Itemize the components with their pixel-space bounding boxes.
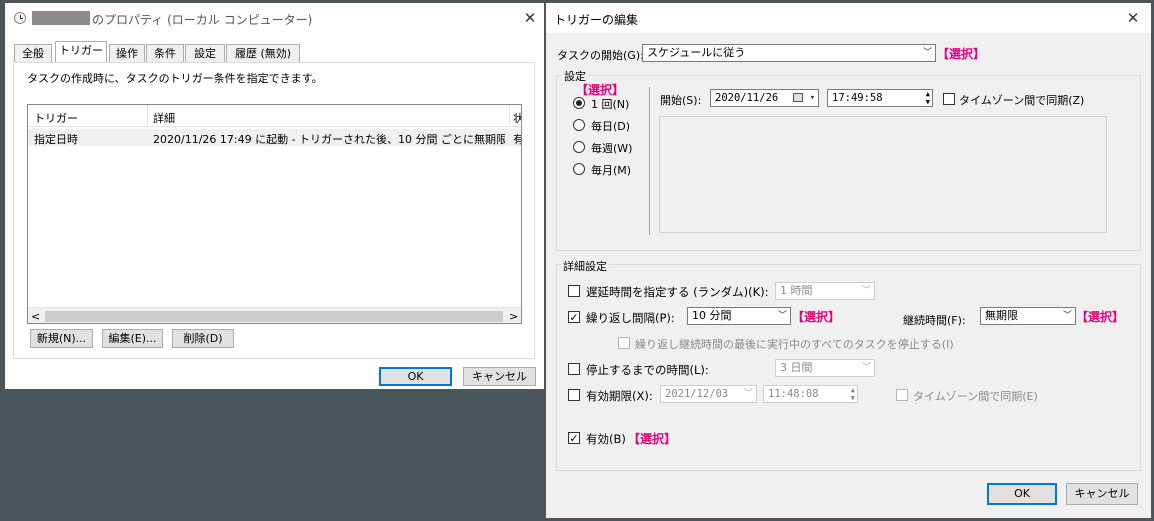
start-time-spinner[interactable]: 17:49:58 ▲ ▼ — [827, 89, 933, 107]
clock-icon — [14, 12, 26, 24]
delay-select[interactable]: 1 時間 ﹀ — [775, 282, 875, 300]
stop-after-checkbox[interactable] — [568, 363, 580, 375]
close-icon[interactable]: ✕ — [521, 10, 539, 26]
delay-checkbox[interactable] — [568, 285, 580, 297]
select-mark-repeat: 【選択】 — [792, 310, 841, 324]
begin-task-select[interactable]: スケジュールに従う ﹀ — [642, 44, 936, 62]
chevron-down-icon: ﹀ — [777, 311, 787, 321]
begin-task-label: タスクの開始(G): — [557, 49, 644, 62]
scroll-left-icon[interactable]: < — [31, 308, 40, 323]
spin-icon[interactable]: ▲ ▼ — [851, 386, 855, 402]
edit-trigger-window: トリガーの編集 ✕ タスクの開始(G): スケジュールに従う ﹀ 【選択】 設定… — [545, 2, 1152, 519]
expire-tz-checkbox[interactable] — [896, 389, 908, 401]
redacted-task-name — [32, 11, 90, 25]
tab-conditions[interactable]: 条件 — [146, 44, 184, 62]
scroll-right-icon[interactable]: > — [509, 308, 518, 323]
chevron-down-icon: ▾ — [809, 93, 815, 103]
expire-date-value: 2021/12/03 — [665, 388, 729, 400]
daily-radio[interactable] — [573, 119, 585, 131]
row-detail-cell: 2020/11/26 17:49 に起動 - トリガーされた後、10 分間 ごと… — [153, 133, 505, 146]
trigger-description: タスクの作成時に、タスクのトリガー条件を指定できます。 — [27, 72, 323, 85]
select-mark: 【選択】 — [937, 47, 986, 61]
delete-button[interactable]: 削除(D) — [172, 329, 234, 348]
advanced-group-label: 詳細設定 — [561, 258, 609, 274]
ok-button[interactable]: OK — [379, 367, 452, 386]
tab-actions[interactable]: 操作 — [109, 44, 145, 62]
duration-value: 無期限 — [985, 309, 1018, 322]
cancel-button[interactable]: キャンセル — [1066, 483, 1138, 505]
enabled-label[interactable]: 有効(B) — [586, 431, 626, 447]
start-date-picker[interactable]: 2020/11/26 ▾ — [710, 89, 819, 107]
list-header — [28, 105, 521, 127]
settings-divider — [649, 87, 650, 235]
delay-label[interactable]: 遅延時間を指定する (ランダム)(K): — [586, 284, 769, 300]
repeat-value: 10 分間 — [692, 309, 732, 322]
tab-history[interactable]: 履歴 (無効) — [226, 44, 300, 62]
table-row[interactable]: 指定日時 2020/11/26 17:49 に起動 - トリガーされた後、10 … — [28, 129, 521, 147]
select-mark-duration: 【選択】 — [1076, 310, 1125, 324]
repeat-select[interactable]: 10 分間 ﹀ — [687, 307, 791, 325]
expire-label[interactable]: 有効期限(X): — [586, 388, 653, 404]
column-header-detail[interactable]: 詳細 — [153, 110, 175, 126]
weekly-radio-label[interactable]: 毎週(W) — [591, 140, 632, 156]
once-radio[interactable] — [573, 97, 585, 109]
chevron-down-icon: ﹀ — [922, 48, 932, 58]
stop-after-label[interactable]: 停止するまでの時間(L): — [586, 362, 709, 378]
delay-value: 1 時間 — [780, 284, 813, 297]
close-icon[interactable]: ✕ — [1124, 10, 1142, 26]
column-header-trigger[interactable]: トリガー — [34, 110, 78, 126]
chevron-down-icon: ﹀ — [861, 363, 871, 373]
expire-tz-label[interactable]: タイムゾーン間で同期(E) — [913, 388, 1038, 404]
trigger-list: トリガー 詳細 状 指定日時 2020/11/26 17:49 に起動 - トリ… — [27, 104, 522, 324]
daily-radio-label[interactable]: 毎日(D) — [591, 118, 630, 134]
monthly-radio[interactable] — [573, 163, 585, 175]
tab-settings[interactable]: 設定 — [185, 44, 225, 62]
expire-time-spinner[interactable]: 11:48:08 ▲ ▼ — [763, 385, 858, 403]
duration-select[interactable]: 無期限 ﹀ — [980, 307, 1076, 325]
chevron-down-icon: ﹀ — [743, 389, 753, 399]
stop-after-value: 3 日間 — [780, 361, 813, 374]
repeat-checkbox[interactable]: ✓ — [568, 311, 580, 323]
tz-sync-label[interactable]: タイムゾーン間で同期(Z) — [959, 92, 1084, 108]
chevron-down-icon: ﹀ — [1062, 311, 1072, 321]
repeat-label[interactable]: 繰り返し間隔(P): — [586, 310, 675, 326]
tz-sync-checkbox[interactable] — [943, 93, 955, 105]
start-date-value: 2020/11/26 — [715, 92, 779, 104]
once-radio-label[interactable]: 1 回(N) — [591, 96, 629, 112]
stop-after-select[interactable]: 3 日間 ﹀ — [775, 359, 875, 377]
column-header-status[interactable]: 状 — [513, 110, 521, 126]
monthly-radio-label[interactable]: 毎月(M) — [591, 162, 631, 178]
properties-window: のプロパティ (ローカル コンピューター) ✕ 全般 トリガー 操作 条件 設定… — [4, 2, 545, 390]
row-status-cell: 有 — [513, 131, 521, 147]
cancel-button[interactable]: キャンセル — [463, 367, 536, 386]
horizontal-scrollbar[interactable]: < > — [28, 307, 521, 323]
ok-button[interactable]: OK — [987, 483, 1057, 505]
scroll-thumb[interactable] — [45, 311, 503, 322]
row-trigger-cell: 指定日時 — [34, 133, 78, 146]
calendar-icon[interactable] — [793, 93, 803, 102]
stop-all-label[interactable]: 繰り返し継続時間の最後に実行中のすべてのタスクを停止する(I) — [635, 336, 954, 352]
enabled-checkbox[interactable]: ✓ — [568, 432, 580, 444]
dialog-title: トリガーの編集 — [554, 13, 639, 27]
select-mark-enabled: 【選択】 — [628, 432, 677, 446]
tab-general[interactable]: 全般 — [14, 44, 52, 62]
spin-icon[interactable]: ▲ ▼ — [926, 90, 930, 106]
expire-time-value: 11:48:08 — [768, 388, 819, 400]
recurrence-panel — [659, 116, 1107, 233]
start-label: 開始(S): — [660, 94, 702, 107]
start-time-value: 17:49:58 — [832, 92, 883, 104]
properties-title: のプロパティ (ローカル コンピューター) — [92, 13, 313, 27]
tab-triggers[interactable]: トリガー — [55, 41, 107, 63]
duration-label: 継続時間(F): — [903, 314, 966, 327]
new-button[interactable]: 新規(N)... — [30, 329, 93, 348]
weekly-radio[interactable] — [573, 141, 585, 153]
expire-date-picker[interactable]: 2021/12/03 ﹀ — [660, 385, 757, 403]
chevron-down-icon: ﹀ — [861, 286, 871, 296]
expire-checkbox[interactable] — [568, 389, 580, 401]
stop-all-checkbox[interactable] — [618, 337, 630, 349]
begin-task-value: スケジュールに従う — [647, 46, 746, 59]
edit-button[interactable]: 編集(E)... — [102, 329, 163, 348]
